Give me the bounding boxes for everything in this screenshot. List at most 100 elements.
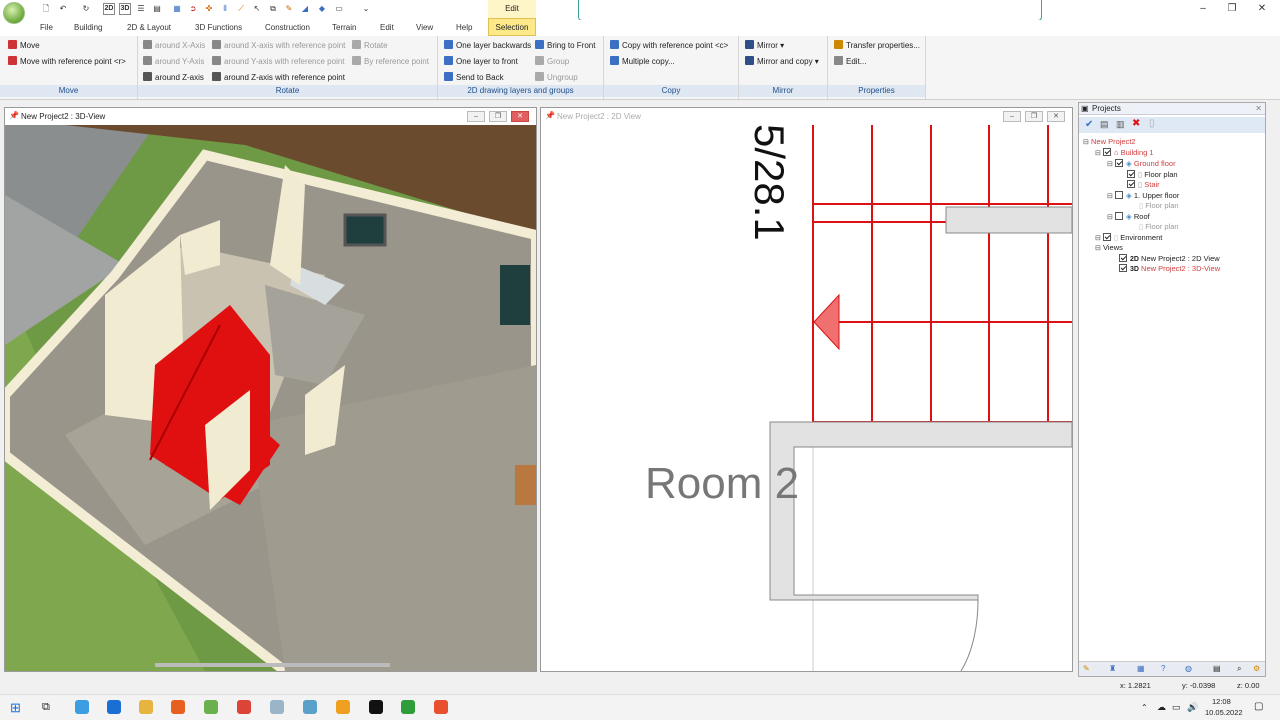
file-explorer-icon[interactable] — [139, 700, 153, 714]
catalog-tab-icon[interactable]: ✎ — [1083, 664, 1090, 673]
menu-3d-functions[interactable]: 3D Functions — [195, 23, 242, 32]
visibility-checkbox[interactable] — [1103, 233, 1111, 241]
close-icon[interactable]: ✕ — [1255, 3, 1269, 14]
visibility-checkbox[interactable] — [1127, 180, 1135, 188]
multiple-copy-button[interactable]: Multiple copy... — [610, 56, 675, 68]
minimize-icon[interactable]: – — [1196, 3, 1210, 14]
window-split-icon[interactable]: ▤ — [151, 3, 163, 15]
menu-2d-layout[interactable]: 2D & Layout — [127, 23, 171, 32]
minimize-icon[interactable]: – — [1003, 111, 1021, 122]
collapse-icon[interactable]: ⊟ — [1107, 160, 1115, 170]
tree-item[interactable]: ▯ Floor plan — [1127, 170, 1178, 180]
app-icon[interactable] — [270, 700, 284, 714]
rotate-by-ref-button[interactable]: By reference point — [352, 56, 429, 68]
properties-icon[interactable]: ▤ — [1100, 119, 1109, 130]
copy-ref-button[interactable]: Copy with reference point <c> — [610, 40, 728, 52]
app-icon[interactable] — [369, 700, 383, 714]
tree-item[interactable]: ⊟ ◈ Ground floor — [1107, 159, 1176, 169]
windows-start-icon[interactable]: ⊞ — [10, 700, 21, 716]
paint-icon[interactable]: ◢ — [299, 3, 311, 15]
new-item-icon[interactable]: ▯ — [1149, 118, 1155, 129]
close-icon[interactable]: ✕ — [1047, 111, 1065, 122]
mirror-button[interactable]: Mirror ▾ — [745, 40, 784, 52]
view-2d-pane[interactable]: New Project2 : 2D View 📌 – ❐ ✕ 5/28.1 Ro… — [540, 107, 1073, 672]
volume-icon[interactable]: 🔊 — [1187, 702, 1198, 713]
layer-backwards-button[interactable]: One layer backwards — [444, 40, 531, 52]
menu-view[interactable]: View — [416, 23, 433, 32]
app-icon[interactable] — [204, 700, 218, 714]
pen-icon[interactable]: ✎ — [283, 3, 295, 15]
rotate-y-button[interactable]: around Y-Axis — [143, 56, 204, 68]
edge-browser-icon[interactable] — [107, 700, 121, 714]
view-3d-canvas[interactable] — [5, 125, 536, 671]
rotate-z-button[interactable]: around Z-axis — [143, 72, 204, 84]
qat-dropdown-icon[interactable]: ⌄ — [360, 3, 372, 15]
pointer-icon[interactable]: ↖ — [251, 3, 263, 15]
tree-item[interactable]: ⊟ Views — [1095, 243, 1123, 253]
tree-item[interactable]: ⊟ ◈ 1. Upper floor — [1107, 191, 1179, 201]
copy-icon[interactable]: ⧉ — [267, 3, 279, 15]
visibility-checkbox[interactable] — [1119, 264, 1127, 272]
close-icon[interactable]: ✕ — [511, 111, 529, 122]
app-logo[interactable] — [3, 2, 25, 24]
menu-edit[interactable]: Edit — [380, 23, 394, 32]
projects-tab-icon[interactable]: ♜ — [1109, 664, 1116, 673]
tree-item[interactable]: ▯ Floor plan — [1139, 201, 1179, 211]
check-icon[interactable]: ✔ — [1085, 119, 1093, 130]
tree-item[interactable]: ▯ Floor plan — [1139, 222, 1179, 232]
delete-icon[interactable]: ✖ — [1132, 118, 1140, 129]
bring-front-button[interactable]: Bring to Front — [535, 40, 595, 52]
more-tools-icon[interactable]: ▭ — [333, 3, 345, 15]
restore-icon[interactable]: ❐ — [1025, 111, 1043, 122]
close-icon[interactable]: ✕ — [1255, 104, 1262, 113]
send-back-button[interactable]: Send to Back — [444, 72, 504, 84]
clock-time[interactable]: 12:08 — [1212, 697, 1231, 706]
tree-item[interactable]: ▯ Stair — [1127, 180, 1160, 190]
transfer-properties-button[interactable]: Transfer properties... — [834, 40, 920, 52]
clock-date[interactable]: 10.05.2022 — [1205, 708, 1243, 717]
minimize-icon[interactable]: – — [467, 111, 485, 122]
snap-icon[interactable]: ➲ — [187, 3, 199, 15]
restore-icon[interactable]: ❐ — [1225, 3, 1239, 14]
search-box[interactable] — [578, 0, 1042, 21]
rotate-y-ref-button[interactable]: around Y-axis with reference point — [212, 56, 345, 68]
tree-item[interactable]: ⊟ New Project2 — [1083, 137, 1136, 147]
settings-tab-icon[interactable]: ⚙ — [1253, 664, 1260, 673]
measure-icon[interactable]: ⟋ — [235, 3, 247, 15]
tree-item[interactable]: 2D New Project2 : 2D View — [1119, 254, 1220, 264]
app-icon[interactable] — [303, 700, 317, 714]
edge-icon[interactable] — [75, 700, 89, 714]
visibility-checkbox[interactable] — [1115, 159, 1123, 167]
tree-item[interactable]: ⊟ ▯ Environment — [1095, 233, 1162, 243]
menu-construction[interactable]: Construction — [265, 23, 310, 32]
new-file-icon[interactable]: 🗋 — [40, 3, 52, 15]
collapse-icon[interactable]: ⊟ — [1107, 192, 1115, 202]
layer-front-button[interactable]: One layer to front — [444, 56, 518, 68]
3d-view-icon[interactable]: 3D — [119, 3, 131, 15]
group-button[interactable]: Group — [535, 56, 569, 68]
rotate-x-ref-button[interactable]: around X-axis with reference point — [212, 40, 345, 52]
app-icon[interactable] — [401, 700, 415, 714]
chrome-icon[interactable] — [237, 700, 251, 714]
tray-chevron-icon[interactable]: ⌃ — [1141, 703, 1148, 712]
help-tab-icon[interactable]: ? — [1161, 664, 1165, 673]
rotate-z-ref-button[interactable]: around Z-axis with reference point — [212, 72, 345, 84]
collapse-icon[interactable]: ⊟ — [1107, 213, 1115, 223]
fill-icon[interactable]: ◆ — [316, 3, 328, 15]
mirror-copy-button[interactable]: Mirror and copy ▾ — [745, 56, 819, 68]
collapse-icon[interactable]: ⊟ — [1095, 149, 1103, 159]
visibility-checkbox[interactable] — [1103, 148, 1111, 156]
menu-file[interactable]: File — [40, 23, 53, 32]
layers-tab-icon[interactable]: ▤ — [1213, 664, 1221, 673]
align-icon[interactable]: ⫴ — [219, 3, 231, 15]
app-icon[interactable] — [434, 700, 448, 714]
cloud-icon[interactable]: ☁ — [1157, 702, 1166, 713]
cursor-tool-icon[interactable]: ✜ — [203, 3, 215, 15]
network-icon[interactable]: ▭ — [1172, 702, 1181, 713]
layers-icon[interactable]: ▥ — [1116, 119, 1125, 130]
visibility-checkbox[interactable] — [1119, 254, 1127, 262]
collapse-icon[interactable]: ⊟ — [1095, 244, 1103, 254]
tab-selection[interactable]: Selection — [488, 18, 536, 36]
view-3d-pane[interactable]: New Project2 : 3D-View 📌 – ❐ ✕ — [4, 107, 537, 672]
tree-item[interactable]: ⊟ ◈ Roof — [1107, 212, 1150, 222]
